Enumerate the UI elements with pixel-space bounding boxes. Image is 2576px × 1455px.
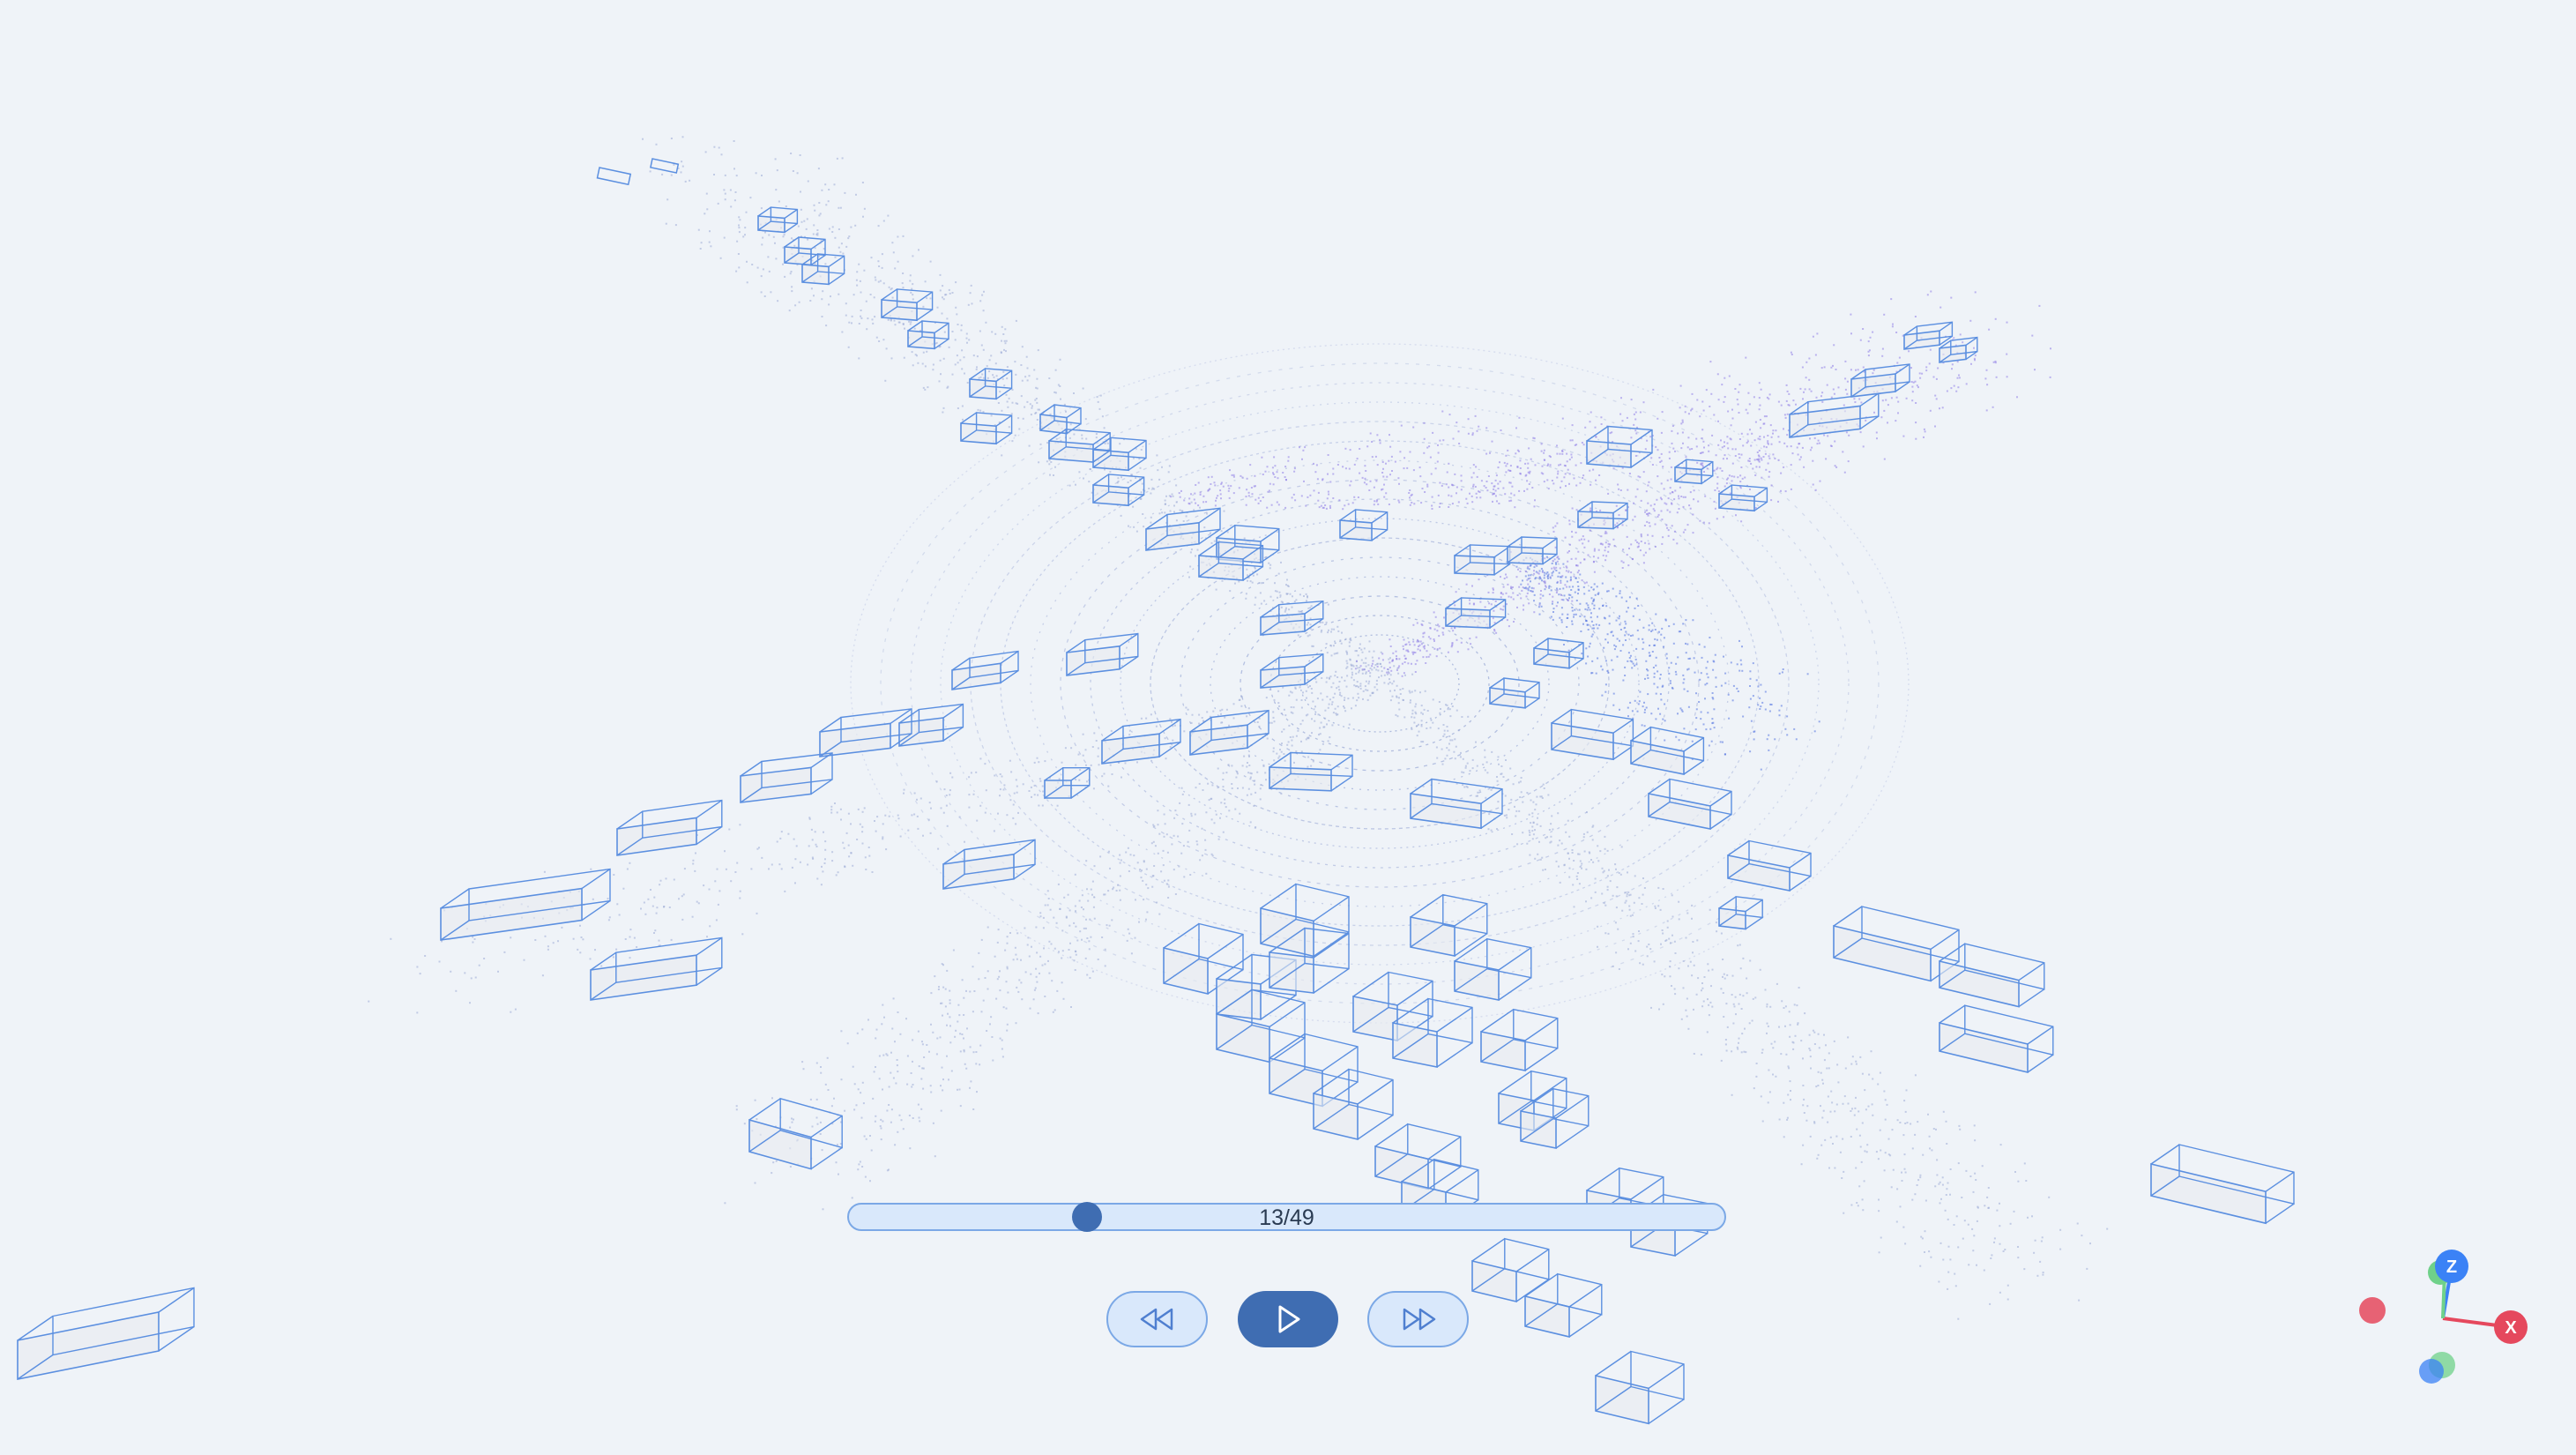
- bounding-box[interactable]: [1630, 726, 1705, 775]
- bounding-box[interactable]: [1039, 404, 1082, 435]
- bounding-box[interactable]: [740, 752, 833, 803]
- bounding-box[interactable]: [748, 1097, 843, 1170]
- lidar-rings: [850, 343, 1910, 1024]
- frame-timeline[interactable]: 13/49: [847, 1202, 1726, 1232]
- bounding-box[interactable]: [1524, 1272, 1603, 1339]
- bounding-box[interactable]: [1674, 459, 1714, 485]
- bounding-box[interactable]: [1044, 767, 1091, 799]
- bounding-box[interactable]: [907, 320, 949, 350]
- frame-counter: 13/49: [1259, 1205, 1314, 1230]
- fast-forward-icon: [1403, 1308, 1435, 1331]
- bounding-boxes: [17, 206, 2295, 1425]
- bounding-box[interactable]: [1066, 632, 1139, 676]
- bounding-box[interactable]: [440, 868, 611, 941]
- rewind-button[interactable]: [1106, 1291, 1208, 1347]
- point-cloud-scene[interactable]: [0, 0, 2576, 1455]
- bounding-box[interactable]: [1489, 677, 1540, 709]
- bounding-box[interactable]: [1577, 501, 1628, 530]
- bounding-box[interactable]: [1789, 392, 1880, 438]
- play-button[interactable]: [1238, 1291, 1338, 1347]
- bounding-box[interactable]: [1092, 436, 1147, 472]
- bounding-box[interactable]: [1727, 839, 1812, 892]
- neg-z-dot[interactable]: [2419, 1359, 2444, 1384]
- bounding-box[interactable]: [1445, 597, 1507, 629]
- play-icon: [1278, 1305, 1300, 1333]
- bounding-box[interactable]: [1260, 653, 1324, 689]
- bounding-box[interactable]: [969, 368, 1013, 400]
- rewind-icon: [1140, 1308, 1173, 1331]
- bounding-box[interactable]: [757, 206, 799, 234]
- distant-markers: [596, 158, 680, 186]
- bounding-box[interactable]: [1145, 507, 1221, 551]
- bounding-box[interactable]: [1313, 1068, 1394, 1141]
- bounding-box[interactable]: [2150, 1144, 2295, 1225]
- bounding-box[interactable]: [784, 236, 826, 266]
- bounding-box[interactable]: [960, 412, 1013, 445]
- bounding-box[interactable]: [1718, 484, 1768, 512]
- bounding-box[interactable]: [1718, 896, 1763, 930]
- bounding-box[interactable]: [1648, 778, 1732, 830]
- bounding-box[interactable]: [1480, 1008, 1559, 1071]
- bounding-box[interactable]: [951, 650, 1019, 690]
- bounding-box[interactable]: [1586, 425, 1653, 468]
- bounding-box[interactable]: [942, 839, 1036, 890]
- fast-forward-button[interactable]: [1367, 1291, 1469, 1347]
- bounding-box[interactable]: [1533, 638, 1584, 669]
- bounding-box[interactable]: [1339, 509, 1389, 541]
- axis-gizmo[interactable]: Z X: [2345, 1242, 2548, 1392]
- bounding-box[interactable]: [1101, 718, 1181, 765]
- bounding-box[interactable]: [819, 708, 912, 757]
- x-axis-label: X: [2505, 1318, 2517, 1338]
- neg-x-dot[interactable]: [2359, 1297, 2386, 1324]
- bounding-box[interactable]: [17, 1287, 195, 1380]
- bounding-box[interactable]: [881, 288, 934, 322]
- bounding-box[interactable]: [1269, 751, 1353, 792]
- point-cloud-viewport[interactable]: [0, 0, 2576, 1455]
- bounding-box[interactable]: [1048, 429, 1111, 463]
- bounding-box[interactable]: [1374, 1123, 1462, 1190]
- bounding-box[interactable]: [1595, 1350, 1685, 1425]
- z-axis-label: Z: [2446, 1257, 2457, 1277]
- bounding-box[interactable]: [1507, 536, 1558, 565]
- bounding-box[interactable]: [616, 799, 723, 856]
- bounding-box[interactable]: [590, 936, 723, 1001]
- bounding-box[interactable]: [1939, 1004, 2054, 1074]
- bounding-box[interactable]: [1939, 943, 2045, 1008]
- bounding-box[interactable]: [1551, 708, 1634, 761]
- bounding-box[interactable]: [1471, 1237, 1550, 1303]
